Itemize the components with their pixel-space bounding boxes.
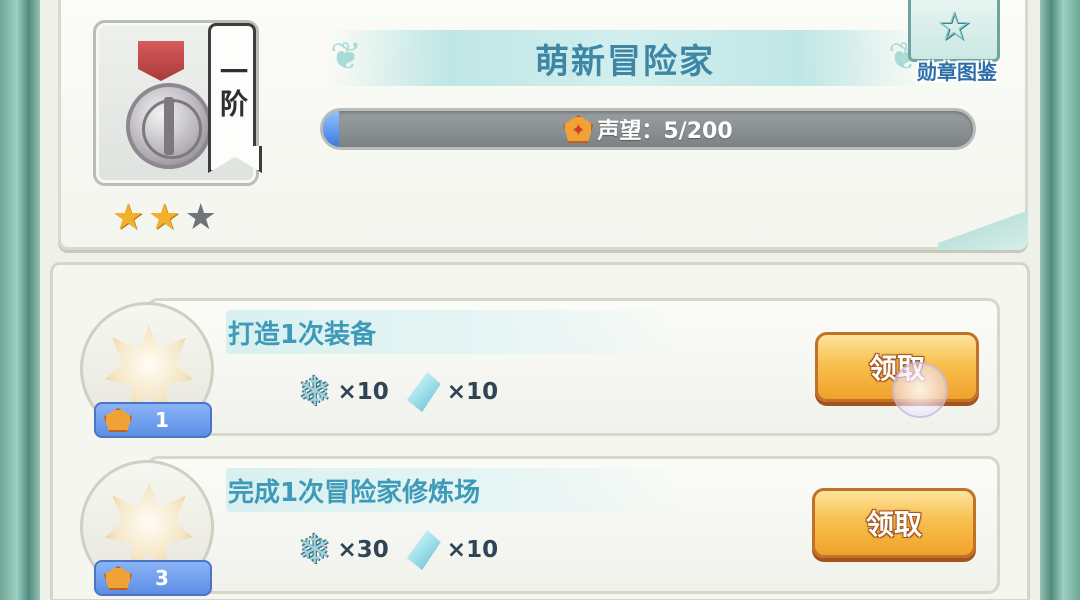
reputation-text: 声望：5/200 [597, 119, 733, 144]
reputation-gem-icon: ✦ [563, 115, 594, 143]
task-rewards: ❄ ×10 ×10 [298, 372, 498, 412]
reputation-gem-icon [104, 408, 132, 432]
sparkle-star-icon [105, 483, 193, 571]
medal-icon [126, 83, 212, 169]
reward-amount: ×10 [446, 537, 499, 563]
reputation-progress-bar: ✦ 声望：5/200 [320, 108, 976, 150]
reward-amount: ×30 [337, 537, 389, 563]
laurel-left-icon: ❦ [330, 34, 362, 78]
medal-frame[interactable]: 一阶 [93, 20, 259, 186]
medal-catalog-label: 勋章图鉴 [917, 60, 997, 84]
task-reputation-badge: 3 [94, 560, 212, 596]
blue-crystal-icon [406, 530, 441, 570]
rank-tag: 一阶 [208, 23, 256, 151]
reward-amount: ×10 [337, 379, 389, 405]
medal-title: 萌新冒险家 [535, 41, 715, 82]
task-title: 打造1次装备 [228, 320, 377, 350]
reputation-progress-label: ✦ 声望：5/200 [323, 111, 973, 147]
star-icon: ★ [112, 197, 145, 238]
star-rating: ★ ★ ★ [112, 198, 217, 238]
snowflake-crystal-icon: ❄ [298, 369, 332, 415]
star-icon-empty: ★ [184, 197, 217, 238]
touch-indicator [892, 362, 948, 418]
task-reputation-badge: 1 [94, 402, 212, 438]
claim-button[interactable]: 领取 [812, 488, 976, 558]
blue-crystal-icon [406, 372, 441, 412]
task-title: 完成1次冒险家修炼场 [228, 478, 481, 508]
medal-ribbon [138, 41, 184, 81]
snowflake-crystal-icon: ❄ [298, 527, 332, 573]
medal-catalog-button[interactable]: ☆ 勋章图鉴 [898, 0, 1016, 92]
reputation-gem-icon [104, 566, 132, 590]
task-reputation-value: 1 [155, 408, 169, 432]
star-icon: ★ [148, 197, 181, 238]
star-book-icon: ☆ [908, 0, 1000, 62]
sparkle-star-icon [105, 325, 193, 413]
task-rewards: ❄ ×30 ×10 [298, 530, 498, 570]
title-banner: ❦ 萌新冒险家 ❦ [330, 30, 920, 86]
task-reputation-value: 3 [155, 566, 169, 590]
reward-amount: ×10 [446, 379, 499, 405]
